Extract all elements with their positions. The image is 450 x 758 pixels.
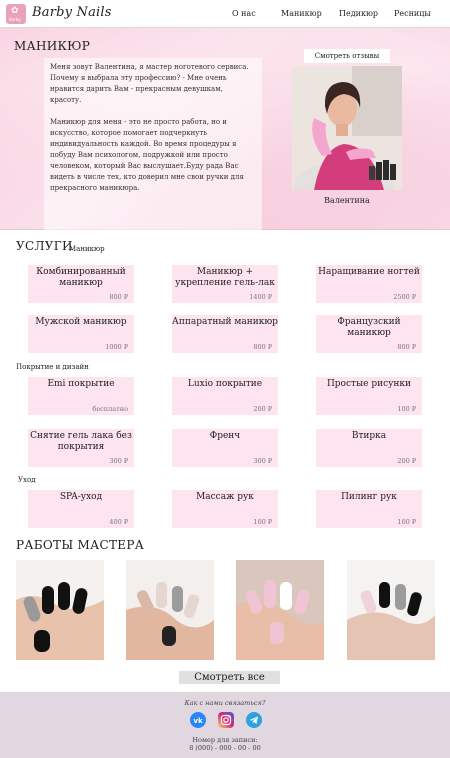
master-photo	[292, 66, 402, 190]
service-name: Emi покрытие	[47, 379, 115, 389]
service-price: 200 ₽	[253, 405, 272, 413]
service-card[interactable]: Массаж рук 100 ₽	[172, 490, 278, 528]
service-card[interactable]: Комбинированный маникюр 800 ₽	[28, 265, 134, 303]
service-price: 100 ₽	[253, 518, 272, 526]
nav-manicure[interactable]: Маникюр	[281, 9, 322, 18]
master-name: Валентина	[324, 196, 370, 205]
service-price: 200 ₽	[397, 457, 416, 465]
service-card[interactable]: Luxio покрытие 200 ₽	[172, 377, 278, 415]
vk-icon[interactable]: vk	[190, 712, 206, 728]
nav-about[interactable]: О нас	[232, 9, 256, 18]
work-photo[interactable]	[16, 560, 104, 660]
service-card[interactable]: Втирка 200 ₽	[316, 429, 422, 467]
service-card[interactable]: Пилинг рук 100 ₽	[316, 490, 422, 528]
group-label-care: Уход	[18, 476, 36, 484]
bio-paragraph-2: Маникюр для меня - это не просто работа,…	[50, 118, 244, 192]
master-portrait-image	[292, 66, 402, 190]
services-title: УСЛУГИ	[16, 239, 73, 253]
work-photo[interactable]	[347, 560, 435, 660]
service-price: 800 ₽	[397, 343, 416, 351]
service-card[interactable]: Мужской маникюр 1000 ₽	[28, 315, 134, 353]
service-price: 1000 ₽	[105, 343, 128, 351]
group-label-manicure: Маникюр	[69, 245, 105, 253]
service-name: Маникюр + укрепление гель-лак	[175, 267, 275, 288]
service-price: 2500 ₽	[393, 293, 416, 301]
service-card[interactable]: SPA-уход 400 ₽	[28, 490, 134, 528]
work-photo[interactable]	[236, 560, 324, 660]
flower-icon: ✿	[11, 6, 19, 16]
service-price: 100 ₽	[397, 405, 416, 413]
service-card[interactable]: Снятие гель лака без покрытия 300 ₽	[28, 429, 134, 467]
service-price: 400 ₽	[109, 518, 128, 526]
service-name: Втирка	[351, 431, 387, 441]
service-name: Френч	[209, 431, 241, 441]
nav-pedicure[interactable]: Педикюр	[339, 9, 378, 18]
service-price: 800 ₽	[109, 293, 128, 301]
logo-badge[interactable]: ✿ Barby	[6, 4, 26, 24]
contact-question: Как с нами связаться?	[184, 699, 266, 707]
service-card[interactable]: Emi покрытие бесплатно	[28, 377, 134, 415]
service-name: Luxio покрытие	[187, 379, 263, 389]
service-name: Простые рисунки	[326, 379, 412, 389]
service-name: Массаж рук	[196, 492, 254, 502]
service-price: 100 ₽	[397, 518, 416, 526]
nav-lashes[interactable]: Ресницы	[394, 9, 431, 18]
svg-text:vk: vk	[193, 717, 203, 725]
nails-pink-pattern-image	[236, 560, 324, 660]
bio-paragraph-1: Меня зовут Валентина, я мастер ноготевог…	[50, 63, 249, 104]
logo-badge-text: Barby	[9, 17, 21, 22]
service-name: Пилинг рук	[341, 492, 397, 502]
logo-text[interactable]: Barby Nails	[32, 5, 112, 20]
service-card[interactable]: Маникюр + укрепление гель-лак 1400 ₽	[172, 265, 278, 303]
service-card[interactable]: Аппаратный маникюр 800 ₽	[172, 315, 278, 353]
service-name: SPA-уход	[59, 492, 103, 502]
service-price: бесплатно	[92, 405, 128, 413]
nails-black-white-image	[347, 560, 435, 660]
service-name: Комбинированный маникюр	[36, 267, 126, 288]
booking-label: Номер для записи:	[192, 736, 258, 744]
nails-black-glitter-image	[16, 560, 104, 660]
phone-number[interactable]: 8 (000) - 000 - 00 - 00	[0, 744, 450, 752]
hero-section: МАНИКЮР Меня зовут Валентина, я мастер н…	[0, 28, 450, 232]
service-name: Снятие гель лака без покрытия	[30, 431, 132, 452]
master-bio: Меня зовут Валентина, я мастер ноготевог…	[44, 58, 262, 232]
service-price: 300 ₽	[253, 457, 272, 465]
service-name: Французский маникюр	[337, 317, 401, 338]
service-price: 800 ₽	[253, 343, 272, 351]
site-header: ✿ Barby Barby Nails О нас Маникюр Педикю…	[0, 0, 450, 28]
service-card[interactable]: Френч 300 ₽	[172, 429, 278, 467]
service-card[interactable]: Наращивание ногтей 2500 ₽	[316, 265, 422, 303]
works-title: РАБОТЫ МАСТЕРА	[16, 538, 145, 552]
service-name: Наращивание ногтей	[318, 267, 420, 277]
reviews-button[interactable]: Смотреть отзывы	[304, 49, 390, 63]
service-price: 1400 ₽	[249, 293, 272, 301]
service-card[interactable]: Простые рисунки 100 ₽	[316, 377, 422, 415]
work-photo[interactable]	[126, 560, 214, 660]
page-title: МАНИКЮР	[14, 39, 91, 53]
service-price: 300 ₽	[109, 457, 128, 465]
service-name: Мужской маникюр	[35, 317, 127, 327]
service-card[interactable]: Французский маникюр 800 ₽	[316, 315, 422, 353]
group-label-coating: Покрытие и дизайн	[16, 363, 89, 371]
see-all-button[interactable]: Смотреть все	[179, 671, 280, 684]
instagram-icon[interactable]	[218, 712, 234, 728]
nails-nude-design-image	[126, 560, 214, 660]
footer: Как с нами связаться? vk Номер для запис…	[0, 692, 450, 758]
service-name: Аппаратный маникюр	[172, 317, 278, 327]
telegram-icon[interactable]	[246, 712, 262, 728]
